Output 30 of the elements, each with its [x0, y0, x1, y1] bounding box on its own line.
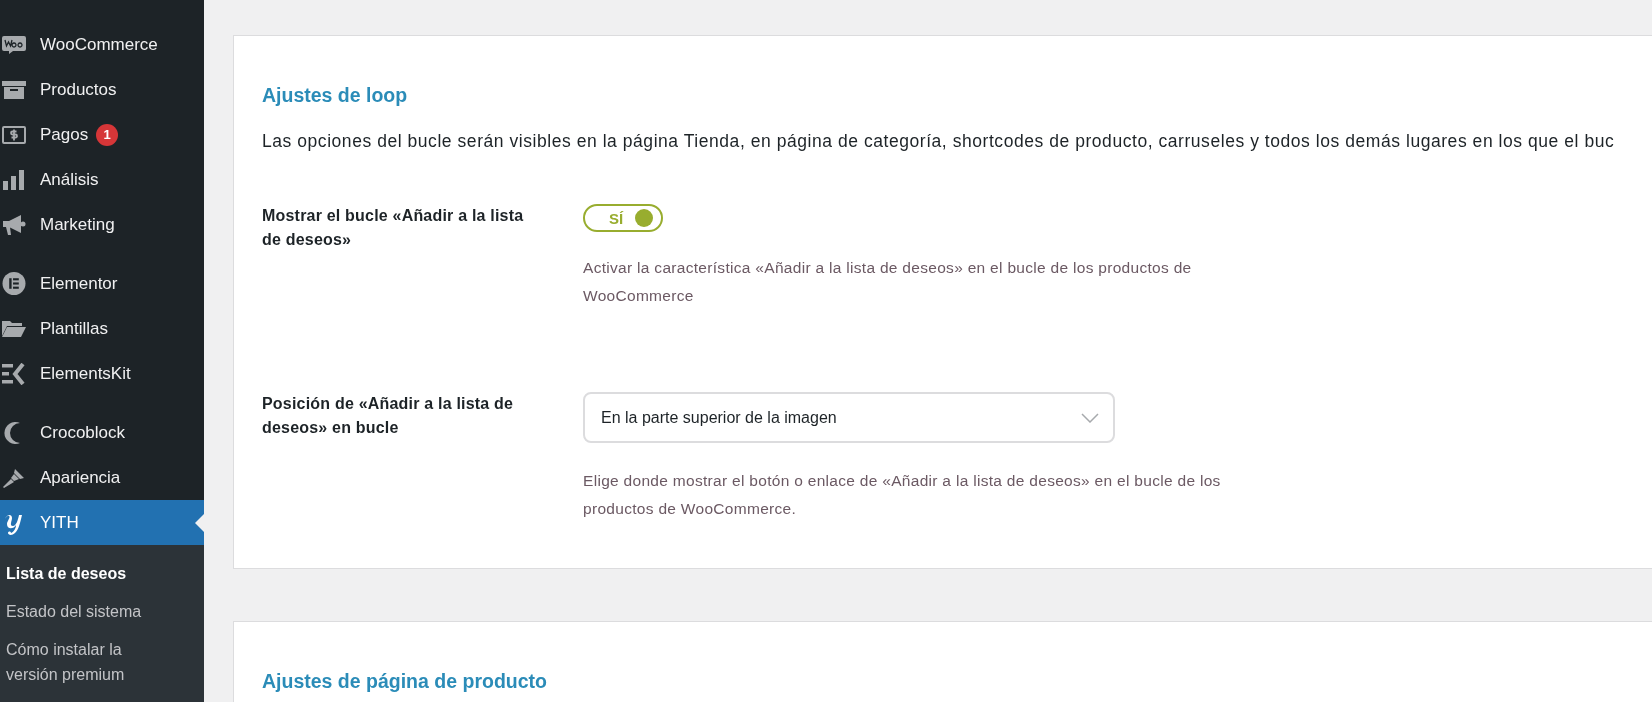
sidebar-item[interactable]: YITH: [0, 500, 204, 545]
sidebar-item[interactable]: Pagos 1: [0, 112, 204, 157]
menu-icon: [2, 169, 26, 190]
option-label: Mostrar el bucle «Añadir a la lista de deseos»: [262, 206, 524, 250]
sidebar-item[interactable]: Crocoblock: [0, 410, 204, 455]
submenu-item[interactable]: Lista de deseos: [0, 555, 156, 593]
count-badge: 1: [96, 123, 119, 146]
sidebar-item[interactable]: ElementsKit: [0, 351, 204, 396]
sidebar-item[interactable]: Plantillas: [0, 306, 204, 351]
chevron-down-icon: [1081, 412, 1099, 423]
sidebar-item[interactable]: Marketing: [0, 202, 204, 247]
dropdown-select[interactable]: En la parte superior de la imagen: [583, 392, 1115, 443]
help-text: Elige donde mostrar el botón o enlace de «Añadir a la lista de deseos» en el bucle de los productos de WooCommerce.: [583, 471, 1222, 519]
sidebar-item[interactable]: Productos: [0, 67, 204, 112]
menu-icon: [2, 318, 26, 339]
submenu-item[interactable]: Cómo instalar la versión premium: [0, 631, 156, 694]
menu-icon: [2, 362, 26, 385]
submenu-item[interactable]: Estado del sistema: [0, 593, 156, 631]
section-description: Las opciones del bucle serán visibles en la página Tienda, en página de categoría, shortcodes de producto, carruseles y todos los demás lugares en los que el buc: [262, 131, 1616, 152]
help-text: Activar la característica «Añadir a la lista de deseos» en el bucle de los productos de WooCommerce: [583, 258, 1193, 306]
option-label: Posición de «Añadir a la lista de deseos» en bucle: [262, 394, 515, 438]
sidebar-item[interactable]: Análisis: [0, 157, 204, 202]
section-title: Ajustes de loop: [262, 84, 409, 107]
sidebar-item[interactable]: WooCommerce: [0, 22, 204, 67]
sidebar-item[interactable]: Elementor: [0, 261, 204, 306]
menu-icon: [2, 124, 26, 145]
menu-icon: [2, 466, 26, 489]
section-title: Ajustes de página de producto: [262, 670, 548, 693]
sidebar-item[interactable]: Apariencia: [0, 455, 204, 500]
menu-icon: [2, 213, 26, 236]
